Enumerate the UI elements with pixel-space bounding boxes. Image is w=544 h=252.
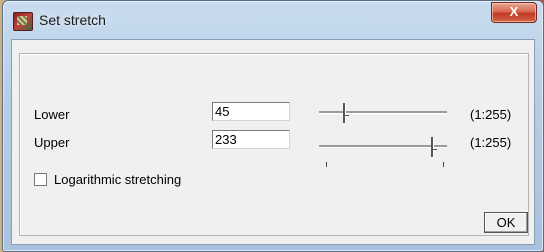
dialog-window: Set stretch X Lower (1:255) Upper (1:255… bbox=[2, 0, 544, 252]
app-icon bbox=[13, 12, 33, 31]
slider-tick-min bbox=[326, 162, 327, 167]
upper-input[interactable] bbox=[212, 130, 290, 149]
lower-slider[interactable] bbox=[317, 100, 449, 126]
window-title: Set stretch bbox=[39, 12, 106, 28]
ok-button[interactable]: OK bbox=[484, 212, 528, 233]
lower-slider-track bbox=[319, 111, 447, 114]
log-stretch-checkbox[interactable] bbox=[34, 173, 47, 186]
slider-tick-max bbox=[443, 162, 444, 167]
lower-range-label: (1:255) bbox=[470, 107, 512, 122]
close-button[interactable]: X bbox=[491, 2, 537, 23]
log-stretch-label[interactable]: Logarithmic stretching bbox=[54, 172, 181, 187]
lower-input[interactable] bbox=[212, 102, 290, 121]
upper-slider[interactable] bbox=[317, 134, 449, 160]
dialog-client-area: Lower (1:255) Upper (1:255) Logarithmic … bbox=[11, 39, 535, 245]
upper-label: Upper bbox=[34, 135, 70, 150]
upper-range-label: (1:255) bbox=[470, 135, 512, 150]
title-bar[interactable]: Set stretch X bbox=[3, 1, 543, 39]
lower-slider-thumb[interactable] bbox=[339, 103, 350, 123]
lower-label: Lower bbox=[34, 107, 70, 122]
upper-slider-thumb[interactable] bbox=[427, 137, 437, 157]
